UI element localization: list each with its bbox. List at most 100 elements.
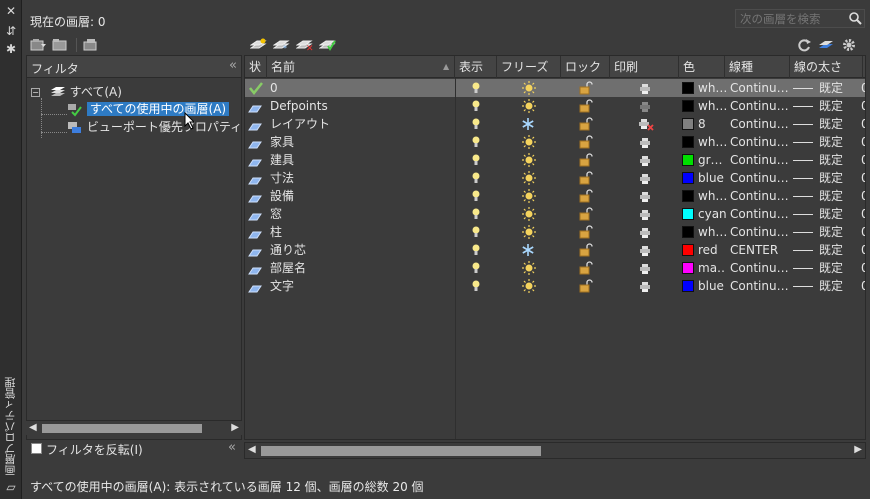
layer-color-name[interactable]: 8 — [698, 115, 726, 133]
layer-on-bulb-icon[interactable] — [471, 259, 483, 277]
layer-name[interactable]: レイアウト — [270, 115, 450, 133]
column-header-linetype[interactable]: 線種 — [725, 56, 790, 78]
layer-row[interactable]: 柱 wh…Continu… 既定0 — [245, 223, 865, 241]
layer-name[interactable]: 通り芯 — [270, 241, 450, 259]
properties-gear-icon[interactable]: ✱ — [3, 42, 19, 56]
column-header-lineweight[interactable]: 線の太さ — [790, 56, 863, 78]
tree-node-used-layers[interactable]: すべての使用中の画層(A) — [67, 101, 230, 118]
layer-linetype[interactable]: Continu… — [730, 187, 788, 205]
layer-lineweight[interactable]: 既定 — [819, 205, 859, 223]
plot-printer-icon[interactable] — [638, 133, 656, 151]
layer-linetype[interactable]: Continu… — [730, 223, 788, 241]
no-plot-printer-icon[interactable] — [638, 115, 656, 133]
thawed-sun-icon[interactable] — [521, 223, 539, 241]
column-header-name[interactable]: 名前 — [267, 56, 455, 78]
layer-on-bulb-icon[interactable] — [471, 205, 483, 223]
layer-lineweight[interactable]: 既定 — [819, 133, 859, 151]
layer-lineweight[interactable]: 既定 — [819, 79, 859, 97]
settings-gear-icon[interactable] — [841, 38, 858, 52]
layer-color-name[interactable]: wh… — [698, 187, 726, 205]
thawed-sun-icon[interactable] — [521, 187, 539, 205]
layer-states-manager-icon[interactable] — [82, 38, 99, 52]
layer-name[interactable]: 文字 — [270, 277, 450, 295]
layer-lineweight[interactable]: 既定 — [819, 241, 859, 259]
layer-on-bulb-icon[interactable] — [471, 241, 483, 259]
scroll-thumb[interactable] — [42, 424, 202, 433]
palette-layers-icon[interactable]: ▱ — [3, 480, 19, 494]
layer-linetype[interactable]: Continu… — [730, 115, 788, 133]
invert-filter-label[interactable]: フィルタを反転(I) — [46, 441, 143, 458]
color-swatch[interactable] — [682, 154, 694, 166]
thawed-sun-icon[interactable] — [521, 169, 539, 187]
set-current-icon[interactable] — [319, 38, 336, 52]
layer-color-name[interactable]: wh… — [698, 133, 726, 151]
color-swatch[interactable] — [682, 82, 694, 94]
tree-node-viewport-override[interactable]: ビューポート優先プロパティを含む画 — [67, 119, 241, 136]
layer-lineweight[interactable]: 既定 — [819, 277, 859, 295]
color-swatch[interactable] — [682, 136, 694, 148]
new-layer-icon[interactable] — [250, 38, 267, 52]
thawed-sun-icon[interactable] — [521, 133, 539, 151]
plot-printer-icon[interactable] — [638, 169, 656, 187]
layer-on-bulb-icon[interactable] — [471, 169, 483, 187]
plot-printer-icon[interactable] — [638, 151, 656, 169]
layer-row[interactable]: 文字 blueContinu… 既定0 — [245, 277, 865, 295]
layer-row[interactable]: 0wh…Continu…既定0 — [245, 79, 865, 97]
unlocked-padlock-icon[interactable] — [578, 241, 596, 259]
layer-lineweight[interactable]: 既定 — [819, 259, 859, 277]
column-header-lock[interactable]: ロック — [561, 56, 610, 78]
thawed-sun-icon[interactable] — [521, 151, 539, 169]
scroll-left-icon[interactable]: ◀ — [248, 444, 256, 455]
invert-filter-checkbox[interactable] — [31, 443, 42, 454]
layer-on-bulb-icon[interactable] — [471, 79, 483, 97]
layer-name[interactable]: 柱 — [270, 223, 450, 241]
layer-name[interactable]: 窓 — [270, 205, 450, 223]
color-swatch[interactable] — [682, 244, 694, 256]
delete-layer-icon[interactable]: ✕ — [296, 38, 313, 52]
layer-linetype[interactable]: Continu… — [730, 169, 788, 187]
layer-name[interactable]: 設備 — [270, 187, 450, 205]
layer-color-name[interactable]: wh… — [698, 79, 726, 97]
search-icon[interactable] — [848, 11, 862, 25]
scroll-right-icon[interactable]: ▶ — [854, 444, 862, 455]
layer-name[interactable]: Defpoints — [270, 97, 450, 115]
plot-printer-icon[interactable] — [638, 97, 656, 115]
layer-color-name[interactable]: red — [698, 241, 726, 259]
layer-lineweight[interactable]: 既定 — [819, 223, 859, 241]
layer-linetype[interactable]: Continu… — [730, 277, 788, 295]
layer-color-name[interactable]: gr… — [698, 151, 726, 169]
new-layer-vp-frozen-icon[interactable]: * — [273, 38, 290, 52]
layer-lineweight[interactable]: 既定 — [819, 97, 859, 115]
column-header-on[interactable]: 表示 — [455, 56, 497, 78]
color-swatch[interactable] — [682, 280, 694, 292]
layer-settings-icon[interactable] — [818, 38, 835, 52]
unlocked-padlock-icon[interactable] — [578, 151, 596, 169]
collapse-toggle-icon[interactable]: − — [31, 88, 40, 97]
color-swatch[interactable] — [682, 118, 694, 130]
layer-linetype[interactable]: Continu… — [730, 97, 788, 115]
frozen-snowflake-icon[interactable] — [521, 241, 539, 259]
plot-printer-icon[interactable] — [638, 205, 656, 223]
scroll-right-icon[interactable]: ▶ — [231, 422, 239, 433]
layer-row[interactable]: 部屋名 ma…Continu… 既定0 — [245, 259, 865, 277]
layer-lineweight[interactable]: 既定 — [819, 151, 859, 169]
color-swatch[interactable] — [682, 190, 694, 202]
color-swatch[interactable] — [682, 100, 694, 112]
layer-on-bulb-icon[interactable] — [471, 223, 483, 241]
scroll-left-icon[interactable]: ◀ — [29, 422, 37, 433]
thawed-sun-icon[interactable] — [521, 259, 539, 277]
layer-linetype[interactable]: Continu… — [730, 205, 788, 223]
plot-printer-icon[interactable] — [638, 259, 656, 277]
unlocked-padlock-icon[interactable] — [578, 79, 596, 97]
layer-on-bulb-icon[interactable] — [471, 97, 483, 115]
layer-linetype[interactable]: Continu… — [730, 259, 788, 277]
layer-on-bulb-icon[interactable] — [471, 115, 483, 133]
layer-on-bulb-icon[interactable] — [471, 187, 483, 205]
layer-linetype[interactable]: Continu… — [730, 133, 788, 151]
unlocked-padlock-icon[interactable] — [578, 169, 596, 187]
layer-name[interactable]: 家具 — [270, 133, 450, 151]
color-swatch[interactable] — [682, 208, 694, 220]
layer-color-name[interactable]: blue — [698, 277, 726, 295]
layer-linetype[interactable]: Continu… — [730, 79, 788, 97]
layer-row[interactable]: 寸法 blueContinu… 既定0 — [245, 169, 865, 187]
